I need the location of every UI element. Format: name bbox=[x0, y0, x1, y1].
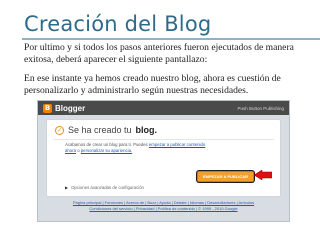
body-middle: o bbox=[77, 148, 80, 153]
blogger-name: Blogger bbox=[55, 103, 86, 113]
blogger-footer: Página principal | Funciones | Acerca de… bbox=[38, 200, 289, 212]
red-arrow-icon bbox=[254, 170, 272, 180]
blogger-body: ✓ Se ha creado tu blog. Acabamos de crea… bbox=[38, 115, 289, 197]
advanced-options-toggle[interactable]: ▶ Opciones avanzadas de configuración bbox=[65, 185, 144, 190]
blogger-brand: B Blogger bbox=[43, 103, 86, 113]
slide-title: Creación del Blog bbox=[24, 12, 212, 36]
blogger-screenshot: B Blogger Push Button Publishing ✓ Se ha… bbox=[37, 100, 290, 222]
body-prefix: Acabamos de crear un blog para ti. Puede… bbox=[65, 142, 148, 147]
paragraph-explanation: En ese instante ya hemos creado nuestro … bbox=[24, 73, 281, 96]
start-publishing-button[interactable]: EMPEZAR A PUBLICAR bbox=[196, 171, 254, 182]
heading-prefix: Se ha creado tu bbox=[68, 125, 132, 135]
expand-triangle-icon: ▶ bbox=[65, 185, 69, 190]
heading-bold: blog. bbox=[135, 125, 158, 135]
card-divider bbox=[53, 139, 274, 140]
header-tagline: Push Button Publishing bbox=[237, 105, 284, 111]
success-heading: ✓ Se ha creado tu blog. bbox=[55, 125, 157, 135]
check-icon: ✓ bbox=[55, 125, 64, 135]
advanced-options-label: Opciones avanzadas de configuración bbox=[71, 185, 144, 190]
blogger-logo-icon: B bbox=[43, 103, 52, 113]
footer-legal-links[interactable]: Condiciones del servicio | Privacidad | … bbox=[38, 206, 289, 212]
success-message: Acabamos de crear un blog para ti. Puede… bbox=[65, 142, 215, 154]
title-divider bbox=[22, 38, 320, 40]
paragraph-intro: Por ultimo y si todos los pasos anterior… bbox=[24, 42, 294, 65]
success-card: ✓ Se ha creado tu blog. Acabamos de crea… bbox=[46, 119, 281, 197]
blogger-header: B Blogger Push Button Publishing bbox=[38, 101, 289, 115]
customize-appearance-link[interactable]: personalizar su apariencia. bbox=[81, 148, 132, 153]
